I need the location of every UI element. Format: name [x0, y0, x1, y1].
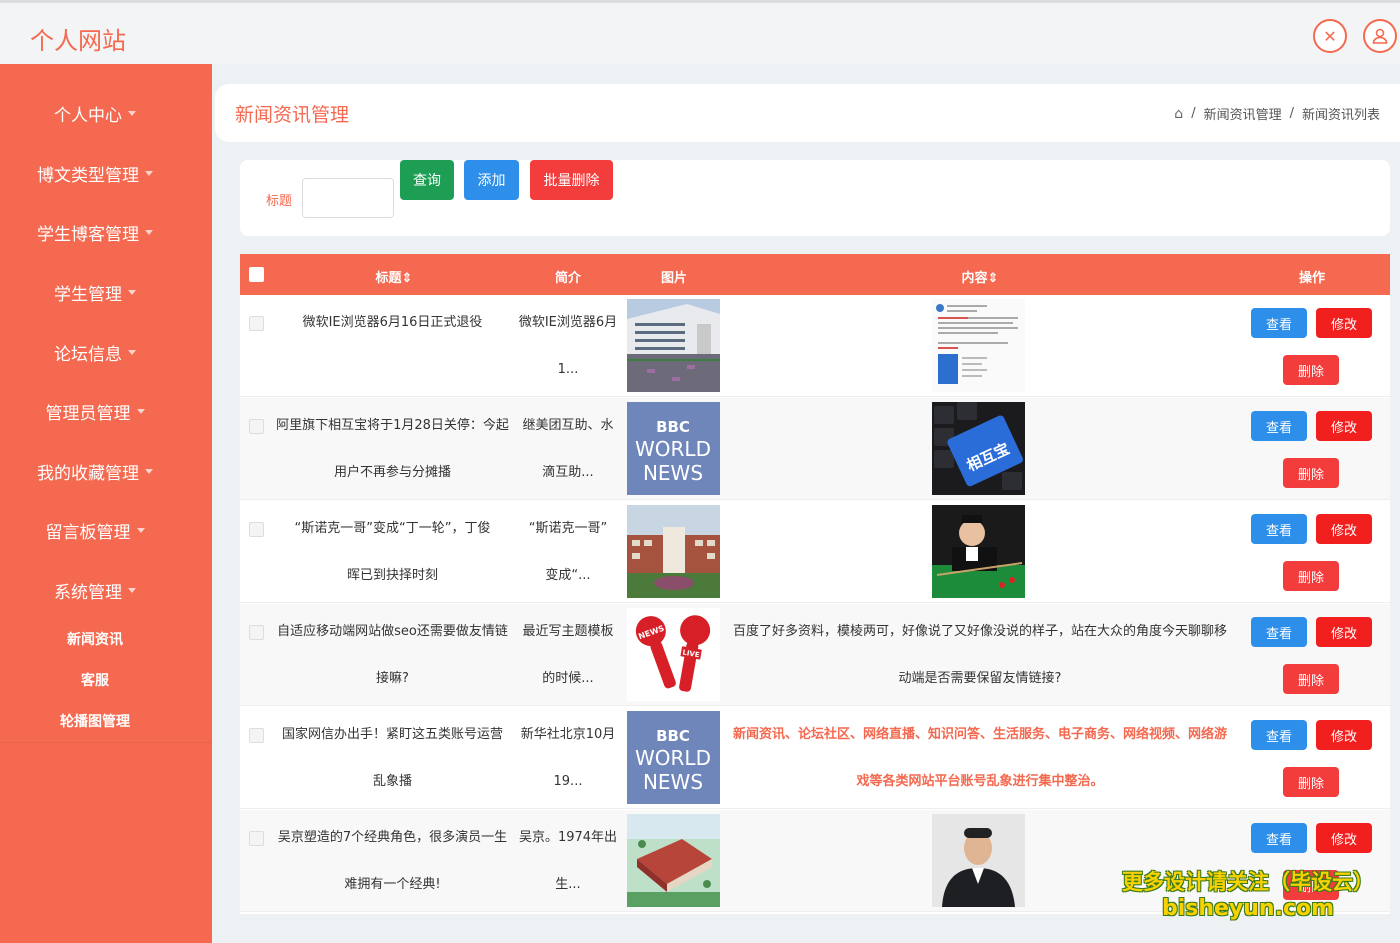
sidebar-item-message-board[interactable]: 留言板管理 — [0, 510, 190, 550]
add-button[interactable]: 添加 — [464, 160, 519, 200]
sidebar-item-favorites[interactable]: 我的收藏管理 — [0, 451, 190, 491]
breadcrumb: ⌂ / 新闻资讯管理 / 新闻资讯列表 — [1174, 104, 1380, 124]
sidebar-subitem-service[interactable]: 客服 — [0, 665, 190, 695]
news-image-aerial — [627, 814, 720, 907]
row-checkbox[interactable] — [249, 419, 264, 434]
sidebar-divider — [0, 742, 212, 743]
caret-down-icon — [136, 408, 145, 414]
select-all-checkbox[interactable] — [249, 267, 264, 282]
sidebar-item-student-blogs[interactable]: 学生博客管理 — [0, 212, 190, 252]
edit-button[interactable]: 修改 — [1316, 514, 1372, 544]
row-checkbox[interactable] — [249, 625, 264, 640]
view-button[interactable]: 查看 — [1251, 720, 1307, 750]
row-checkbox[interactable] — [249, 522, 264, 537]
table-row: 自适应移动端网站做seo还需要做友情链 接嘛? 最近写主题模板 的时候... N… — [240, 604, 1390, 706]
top-bar: 个人网站 ✕ — [0, 0, 1400, 64]
header-image: 图片 — [660, 271, 687, 286]
header-actions: 操作 — [1298, 271, 1325, 286]
table-row: 微软IE浏览器6月16日正式退役 微软IE浏览器6月 1... 查看 修改 删除 — [240, 295, 1390, 397]
header-title[interactable]: 标题⇕ — [344, 267, 444, 286]
sidebar-item-system[interactable]: 系统管理 — [0, 570, 190, 610]
content-image-portrait — [932, 814, 1025, 907]
caret-down-icon — [145, 229, 153, 235]
site-brand: 个人网站 — [30, 27, 126, 55]
row-checkbox[interactable] — [249, 728, 264, 743]
delete-button[interactable]: 删除 — [1283, 767, 1339, 797]
view-button[interactable]: 查看 — [1251, 411, 1307, 441]
breadcrumb-item[interactable]: 新闻资讯管理 — [1204, 104, 1282, 123]
table-header: 标题⇕ 简介 图片 内容⇕ 操作 — [240, 254, 1390, 295]
table-row: “斯诺克一哥”变成“丁一轮”，丁俊 晖已到抉择时刻 “斯诺克一哥” 变成“...… — [240, 501, 1390, 603]
svg-text:NEWS: NEWS — [643, 770, 703, 794]
sidebar-item-students[interactable]: 学生管理 — [0, 272, 190, 312]
view-button[interactable]: 查看 — [1251, 514, 1307, 544]
table-row: 国家网信办出手！紧盯这五类账号运营 乱象播 新华社北京10月 19... BBC… — [240, 707, 1390, 809]
caret-down-icon — [145, 170, 153, 176]
content-image-document — [932, 299, 1025, 392]
svg-text:WORLD: WORLD — [635, 437, 711, 461]
news-table: 标题⇕ 简介 图片 内容⇕ 操作 微软IE浏览器6月16日正式退役 微软IE浏览… — [240, 254, 1390, 914]
edit-button[interactable]: 修改 — [1316, 308, 1372, 338]
view-button[interactable]: 查看 — [1251, 617, 1307, 647]
news-image-campus — [627, 299, 720, 392]
sidebar-item-blog-types[interactable]: 博文类型管理 — [0, 153, 190, 193]
caret-down-icon — [145, 468, 153, 474]
news-image-bbc: BBC WORLD NEWS — [627, 402, 720, 495]
sidebar-item-personal-center[interactable]: 个人中心 — [0, 93, 190, 133]
delete-button[interactable]: 删除 — [1283, 458, 1339, 488]
caret-down-icon — [128, 110, 136, 116]
header-content[interactable]: 内容⇕ — [930, 267, 1030, 286]
watermark: 更多设计请关注（毕设云） bisheyun.com — [1122, 870, 1374, 921]
page-header: 新闻资讯管理 ⌂ / 新闻资讯管理 / 新闻资讯列表 — [215, 84, 1400, 142]
delete-button[interactable]: 删除 — [1283, 561, 1339, 591]
edit-button[interactable]: 修改 — [1316, 823, 1372, 853]
search-panel: 标题 查询 添加 批量删除 — [240, 160, 1390, 236]
user-icon[interactable] — [1363, 19, 1397, 53]
title-label: 标题 — [266, 194, 293, 209]
sidebar-item-admins[interactable]: 管理员管理 — [0, 391, 190, 431]
sidebar-item-forum[interactable]: 论坛信息 — [0, 332, 190, 372]
sidebar: 个人中心 博文类型管理 学生博客管理 学生管理 论坛信息 管理员管理 我的收藏管… — [0, 64, 212, 943]
breadcrumb-item: 新闻资讯列表 — [1301, 108, 1380, 123]
row-checkbox[interactable] — [249, 831, 264, 846]
content-image-keyboard: 相互宝 — [932, 402, 1025, 495]
query-button[interactable]: 查询 — [400, 160, 454, 200]
batch-delete-button[interactable]: 批量删除 — [530, 160, 613, 200]
page-title: 新闻资讯管理 — [235, 104, 350, 126]
delete-button[interactable]: 删除 — [1283, 355, 1339, 385]
caret-down-icon — [128, 349, 136, 355]
table-row: 阿里旗下相互宝将于1月28日关停：今起 用户不再参与分摊播 继美团互助、水 滴互… — [240, 398, 1390, 500]
header-intro: 简介 — [554, 271, 581, 286]
news-image-bbc: BBC WORLD NEWS — [627, 711, 720, 804]
svg-text:WORLD: WORLD — [635, 746, 711, 770]
caret-down-icon — [128, 587, 136, 593]
view-button[interactable]: 查看 — [1251, 823, 1307, 853]
home-icon[interactable]: ⌂ — [1174, 106, 1183, 122]
view-button[interactable]: 查看 — [1251, 308, 1307, 338]
content-image-snooker — [932, 505, 1025, 598]
svg-text:BBC: BBC — [656, 418, 690, 436]
svg-text:BBC: BBC — [656, 727, 690, 745]
news-image-building — [627, 505, 720, 598]
edit-button[interactable]: 修改 — [1316, 720, 1372, 750]
delete-button[interactable]: 删除 — [1283, 664, 1339, 694]
sidebar-subitem-news[interactable]: 新闻资讯 — [0, 624, 190, 654]
svg-text:NEWS: NEWS — [643, 461, 703, 485]
edit-button[interactable]: 修改 — [1316, 411, 1372, 441]
fullscreen-icon[interactable]: ✕ — [1313, 19, 1347, 53]
news-image-microphone: NEWS LIVE — [627, 608, 720, 701]
caret-down-icon — [136, 527, 145, 533]
caret-down-icon — [128, 289, 136, 295]
sidebar-subitem-carousel[interactable]: 轮播图管理 — [0, 706, 190, 736]
title-search-input[interactable] — [302, 178, 394, 218]
edit-button[interactable]: 修改 — [1316, 617, 1372, 647]
row-checkbox[interactable] — [249, 316, 264, 331]
